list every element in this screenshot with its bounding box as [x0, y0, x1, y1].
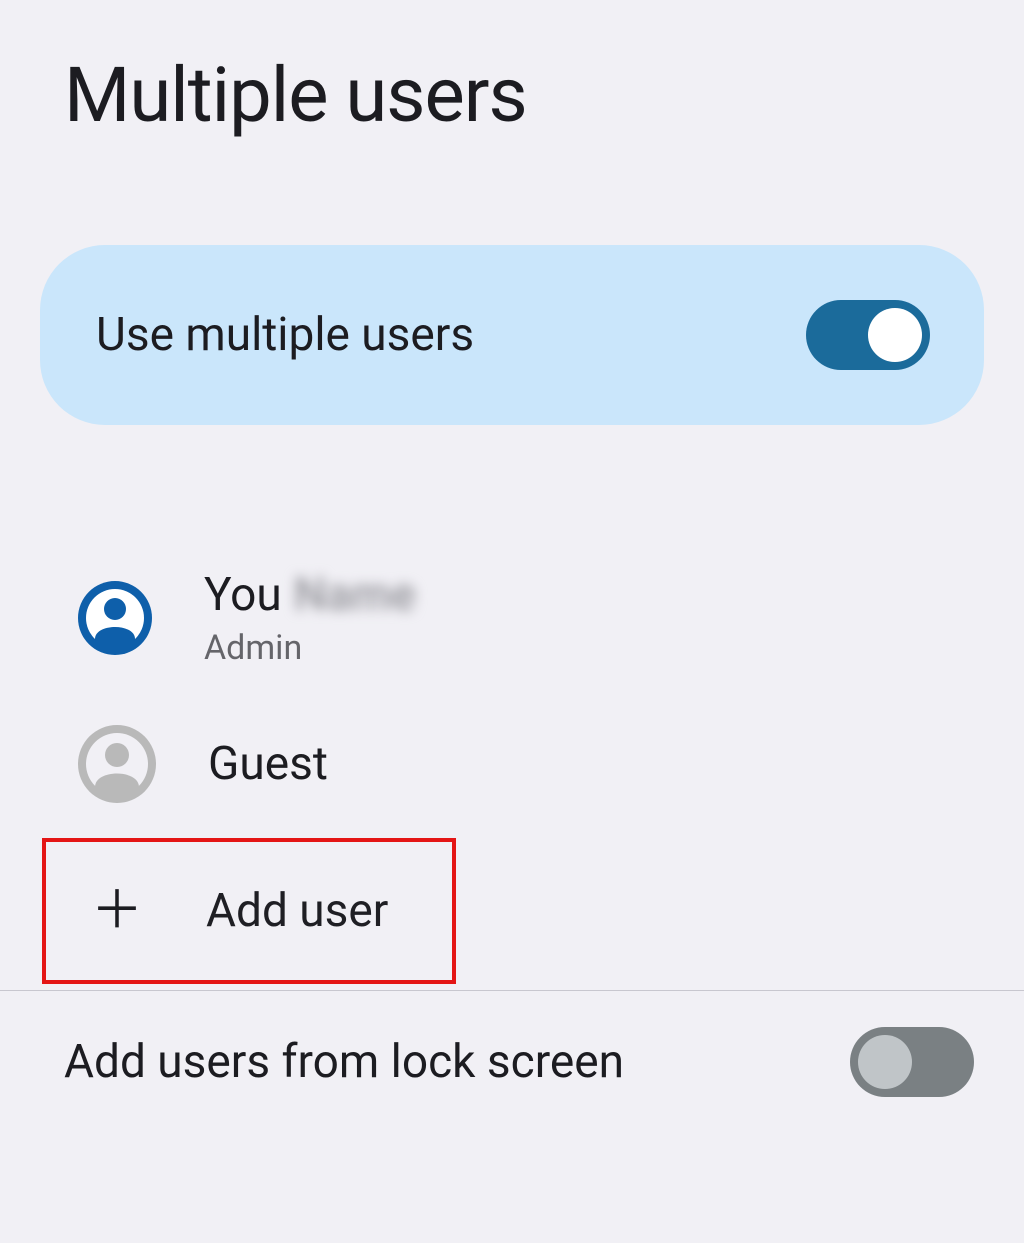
avatar-icon [78, 581, 152, 655]
add-users-from-lock-screen-row[interactable]: Add users from lock screen [0, 991, 1024, 1097]
add-users-from-lock-screen-toggle[interactable] [850, 1027, 974, 1097]
add-user-button[interactable]: ＋ Add user [42, 838, 456, 984]
user-row-guest[interactable]: Guest [40, 690, 984, 838]
use-multiple-users-row[interactable]: Use multiple users [40, 245, 984, 425]
user-row-you[interactable]: You Name Admin [40, 545, 984, 690]
use-multiple-users-label: Use multiple users [96, 308, 474, 362]
user-you-redacted-name: Name [294, 568, 416, 622]
plus-icon: ＋ [91, 885, 143, 937]
user-you-role: Admin [204, 628, 416, 668]
toggle-knob [858, 1035, 912, 1089]
add-user-label: Add user [206, 884, 388, 938]
user-guest-name: Guest [208, 737, 328, 791]
avatar-icon [78, 725, 156, 803]
add-users-from-lock-screen-label: Add users from lock screen [64, 1035, 624, 1089]
toggle-knob [868, 308, 922, 362]
user-you-name: You [204, 568, 282, 622]
use-multiple-users-toggle[interactable] [806, 300, 930, 370]
page-title: Multiple users [64, 50, 984, 140]
